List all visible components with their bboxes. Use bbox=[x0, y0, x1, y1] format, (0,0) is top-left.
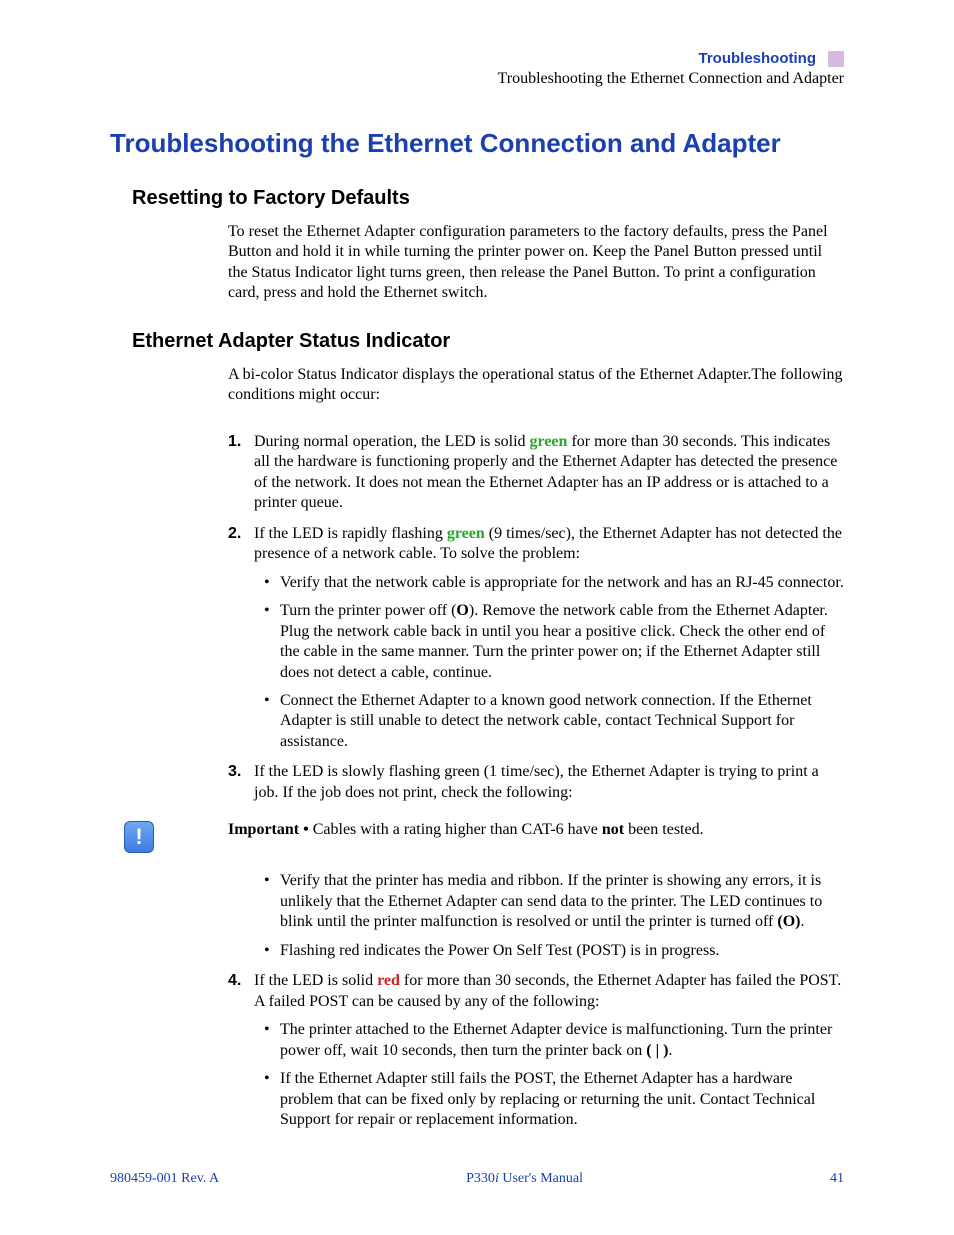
important-text: Important • Cables with a rating higher … bbox=[228, 821, 704, 839]
footer-center-prefix: P330 bbox=[466, 1171, 495, 1186]
section-heading-reset: Resetting to Factory Defaults bbox=[132, 187, 844, 210]
status-item-4: 4. If the LED is solid red for more than… bbox=[228, 971, 844, 1130]
status-item-2: 2. If the LED is rapidly flashing green … bbox=[228, 524, 844, 753]
text-fragment: During normal operation, the LED is soli… bbox=[254, 433, 530, 450]
text-fragment: If the LED is solid bbox=[254, 972, 377, 989]
bullet-item: If the Ethernet Adapter still fails the … bbox=[254, 1069, 844, 1130]
important-label: Important • bbox=[228, 821, 309, 838]
bullet-item: Flashing red indicates the Power On Self… bbox=[254, 941, 844, 961]
section-heading-status: Ethernet Adapter Status Indicator bbox=[132, 330, 844, 353]
footer-left: 980459-001 Rev. A bbox=[110, 1171, 219, 1187]
list-marker: 2. bbox=[228, 524, 241, 544]
text-fragment: If the LED is rapidly flashing bbox=[254, 525, 447, 542]
page-title: Troubleshooting the Ethernet Connection … bbox=[110, 128, 844, 159]
sub-bullets: Verify that the printer has media and ri… bbox=[254, 871, 844, 961]
status-item-1: 1. During normal operation, the LED is s… bbox=[228, 432, 844, 514]
bullet-item: Connect the Ethernet Adapter to a known … bbox=[254, 691, 844, 752]
bullet-item: Turn the printer power off (O). Remove t… bbox=[254, 601, 844, 683]
list-marker: 3. bbox=[228, 762, 241, 782]
symbol-o: O bbox=[456, 602, 468, 619]
color-word-red: red bbox=[377, 972, 400, 989]
symbol-o-paren: (O) bbox=[777, 913, 800, 930]
symbol-pipe: ( | ) bbox=[646, 1042, 668, 1059]
sub-bullets: Verify that the network cable is appropr… bbox=[254, 573, 844, 753]
page-header: Troubleshooting Troubleshooting the Ethe… bbox=[110, 50, 844, 88]
exclamation-icon: ! bbox=[135, 824, 142, 850]
color-word-green: green bbox=[530, 433, 568, 450]
text-fragment: Cables with a rating higher than CAT-6 h… bbox=[309, 821, 602, 838]
bullet-item: Verify that the network cable is appropr… bbox=[254, 573, 844, 593]
header-category: Troubleshooting bbox=[699, 50, 817, 67]
bullet-item: The printer attached to the Ethernet Ada… bbox=[254, 1020, 844, 1061]
footer-center-suffix: User's Manual bbox=[499, 1171, 583, 1186]
status-list: 1. During normal operation, the LED is s… bbox=[228, 432, 844, 804]
text-fragment: been tested. bbox=[624, 821, 704, 838]
status-list-continued: Verify that the printer has media and ri… bbox=[228, 871, 844, 1130]
important-icon: ! bbox=[124, 821, 154, 853]
page-footer: 980459-001 Rev. A P330i User's Manual 41 bbox=[110, 1171, 844, 1187]
section-body-reset: To reset the Ethernet Adapter configurat… bbox=[228, 222, 844, 304]
text-fragment: If the LED is slowly flashing green (1 t… bbox=[254, 763, 819, 800]
header-accent-bar bbox=[828, 51, 844, 67]
sub-bullets: The printer attached to the Ethernet Ada… bbox=[254, 1020, 844, 1130]
list-marker: 4. bbox=[228, 971, 241, 991]
status-item-3: 3. If the LED is slowly flashing green (… bbox=[228, 762, 844, 803]
footer-center: P330i User's Manual bbox=[466, 1171, 583, 1187]
bullet-item: Verify that the printer has media and ri… bbox=[254, 871, 844, 932]
section-intro-status: A bi-color Status Indicator displays the… bbox=[228, 365, 844, 406]
important-note: ! Important • Cables with a rating highe… bbox=[110, 821, 844, 853]
list-marker: 1. bbox=[228, 432, 241, 452]
color-word-green: green bbox=[447, 525, 485, 542]
document-page: Troubleshooting Troubleshooting the Ethe… bbox=[0, 0, 954, 1235]
footer-page-number: 41 bbox=[830, 1171, 844, 1187]
continuation-block: Verify that the printer has media and ri… bbox=[228, 871, 844, 961]
header-subtitle: Troubleshooting the Ethernet Connection … bbox=[110, 70, 844, 88]
important-bold: not bbox=[602, 821, 624, 838]
